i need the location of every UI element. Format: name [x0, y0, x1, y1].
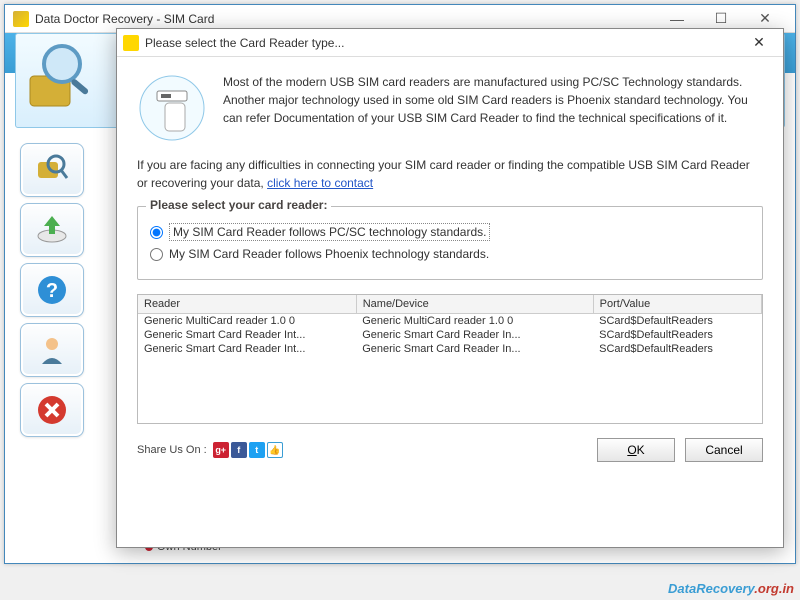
difficulty-text: If you are facing any difficulties in co… — [137, 156, 763, 192]
radio-pcsc[interactable]: My SIM Card Reader follows PC/SC technol… — [150, 223, 750, 241]
sidebar-cancel-button[interactable] — [20, 383, 84, 437]
sidebar-recover-button[interactable] — [20, 203, 84, 257]
fieldset-legend: Please select your card reader: — [146, 198, 331, 212]
info-text: Most of the modern USB SIM card readers … — [223, 73, 763, 146]
usb-reader-icon — [137, 73, 207, 146]
card-reader-dialog: Please select the Card Reader type... ✕ … — [116, 28, 784, 548]
help-icon: ? — [34, 272, 70, 308]
drive-arrow-icon — [34, 212, 70, 248]
dialog-title: Please select the Card Reader type... — [145, 36, 741, 50]
table-row[interactable]: Generic MultiCard reader 1.0 0Generic Mu… — [138, 314, 762, 329]
radio-pcsc-input[interactable] — [150, 226, 163, 239]
dialog-body: Most of the modern USB SIM card readers … — [117, 57, 783, 474]
svg-text:?: ? — [46, 280, 58, 302]
table-row[interactable]: Generic Smart Card Reader Int...Generic … — [138, 328, 762, 342]
magnify-sim-icon — [20, 36, 100, 116]
table-row[interactable]: Generic Smart Card Reader Int...Generic … — [138, 342, 762, 356]
search-sim-icon — [34, 152, 70, 188]
th-port[interactable]: Port/Value — [593, 295, 761, 314]
reader-table[interactable]: Reader Name/Device Port/Value Generic Mu… — [137, 294, 763, 424]
window-title: Data Doctor Recovery - SIM Card — [35, 12, 655, 26]
radio-phoenix[interactable]: My SIM Card Reader follows Phoenix techn… — [150, 247, 750, 261]
contact-link[interactable]: click here to contact — [267, 176, 373, 190]
radio-phoenix-input[interactable] — [150, 248, 163, 261]
dialog-footer: Share Us On : g+ f t 👍 OK Cancel — [137, 438, 763, 462]
app-icon — [13, 11, 29, 27]
share-facebook-icon[interactable]: f — [231, 442, 247, 458]
dialog-close-button[interactable]: ✕ — [741, 32, 777, 54]
sidebar-search-button[interactable] — [20, 143, 84, 197]
watermark: DataRecovery.org.in — [668, 581, 794, 596]
ok-button[interactable]: OK — [597, 438, 675, 462]
share-label: Share Us On : — [137, 444, 207, 456]
sidebar: ? — [20, 143, 90, 437]
dialog-icon — [123, 35, 139, 51]
minimize-button[interactable]: — — [655, 8, 699, 30]
share-gplus-icon[interactable]: g+ — [213, 442, 229, 458]
cancel-button[interactable]: Cancel — [685, 438, 763, 462]
card-reader-fieldset: Please select your card reader: My SIM C… — [137, 206, 763, 280]
close-button[interactable]: ✕ — [743, 8, 787, 30]
th-name[interactable]: Name/Device — [356, 295, 593, 314]
sidebar-help-button[interactable]: ? — [20, 263, 84, 317]
radio-phoenix-label: My SIM Card Reader follows Phoenix techn… — [169, 247, 489, 261]
maximize-button[interactable]: ☐ — [699, 8, 743, 30]
dialog-titlebar: Please select the Card Reader type... ✕ — [117, 29, 783, 57]
radio-pcsc-label: My SIM Card Reader follows PC/SC technol… — [169, 223, 490, 241]
th-reader[interactable]: Reader — [138, 295, 356, 314]
sidebar-user-button[interactable] — [20, 323, 84, 377]
user-icon — [34, 332, 70, 368]
share-twitter-icon[interactable]: t — [249, 442, 265, 458]
share-like-icon[interactable]: 👍 — [267, 442, 283, 458]
cancel-icon — [34, 392, 70, 428]
